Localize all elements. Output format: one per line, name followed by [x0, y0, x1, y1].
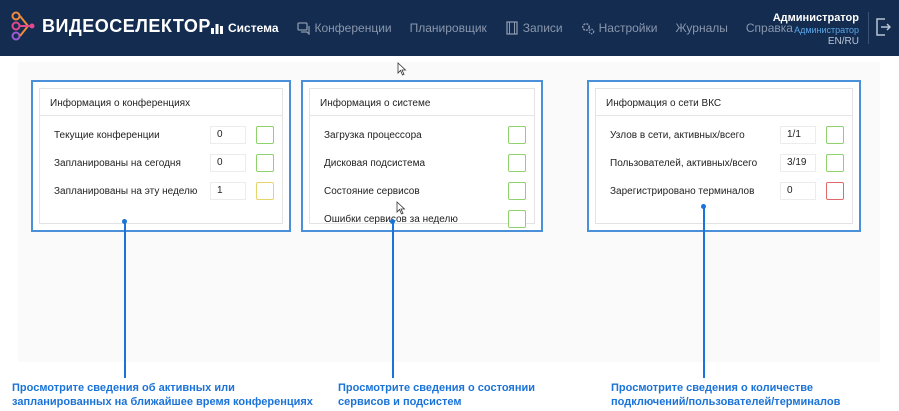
mouse-cursor-icon [397, 62, 407, 76]
card-frame: Информация о сети ВКС Узлов в сети, акти… [595, 88, 853, 224]
row-value: 0 [780, 182, 816, 200]
caption-line: запланированных на ближайшее время конфе… [12, 396, 313, 408]
row-value: 1/1 [780, 126, 816, 144]
callout-line [391, 222, 394, 378]
info-row: Загрузка процессора [324, 125, 526, 145]
status-indicator [826, 182, 844, 200]
status-indicator [826, 126, 844, 144]
caption-line: Просмотрите сведения о количестве [611, 382, 813, 394]
nav-label: Конференции [314, 21, 392, 35]
user-info[interactable]: Администратор Администратор EN/RU [773, 12, 859, 48]
info-row: Ошибки сервисов за неделю [324, 209, 526, 229]
card-divider [310, 115, 534, 116]
main-content: Информация о конференциях Текущие конфер… [0, 56, 899, 411]
gears-icon [581, 23, 594, 35]
network-card: Информация о сети ВКС Узлов в сети, акти… [587, 80, 861, 232]
status-indicator [508, 182, 526, 200]
info-row: Зарегистрировано терминалов 0 [610, 181, 844, 201]
logo-icon [11, 11, 35, 41]
language-switch[interactable]: EN/RU [773, 36, 859, 48]
card-title: Информация о сети ВКС [606, 98, 722, 109]
caption-network: Просмотрите сведения о количестве подклю… [611, 381, 840, 409]
nav-label: Планировщик [409, 21, 487, 35]
caption-line: подключений/пользователей/терминалов [611, 396, 841, 408]
mouse-cursor-icon [396, 201, 406, 215]
card-divider [596, 115, 852, 116]
system-card: Информация о системе Загрузка процессора… [301, 80, 543, 232]
callout-line [702, 207, 705, 378]
card-title: Информация о конференциях [50, 98, 191, 109]
nav-item-logs[interactable]: Журналы [675, 21, 727, 35]
nav-label: Настройки [598, 21, 658, 35]
user-name: Администратор [772, 12, 859, 24]
logo[interactable]: ВИДЕОСЕЛЕКТОР [10, 10, 211, 42]
nav-label: Журналы [675, 21, 728, 35]
nav-item-system[interactable]: Система [210, 21, 279, 35]
conferences-card: Информация о конференциях Текущие конфер… [31, 80, 291, 232]
info-row: Текущие конференции 0 [54, 125, 274, 145]
status-indicator [508, 154, 526, 172]
card-title: Информация о системе [320, 98, 431, 109]
info-row: Пользователей, активных/всего 3/19 [610, 153, 844, 173]
row-label: Дисковая подсистема [324, 157, 426, 169]
info-row: Запланированы на сегодня 0 [54, 153, 274, 173]
status-indicator [508, 126, 526, 144]
info-row: Узлов в сети, активных/всего 1/1 [610, 125, 844, 145]
row-label: Ошибки сервисов за неделю [324, 213, 458, 225]
row-label: Состояние сервисов [324, 185, 420, 197]
card-frame: Информация о системе Загрузка процессора… [309, 88, 535, 228]
logout-icon[interactable] [875, 18, 891, 36]
status-indicator [256, 154, 274, 172]
nav-label: Записи [522, 21, 563, 35]
chat-bubbles-icon [296, 22, 310, 35]
row-label: Текущие конференции [54, 129, 160, 141]
nav-item-scheduler[interactable]: Планировщик [410, 21, 487, 35]
main-nav: Система Конференции Планировщик Записи Н… [210, 0, 811, 56]
nav-item-records[interactable]: Записи [505, 21, 563, 35]
logo-text: ВИДЕОСЕЛЕКТОР [42, 15, 211, 36]
info-row: Дисковая подсистема [324, 153, 526, 173]
caption-line: Просмотрите сведения об активных или [12, 382, 235, 394]
row-label: Запланированы на сегодня [54, 157, 181, 169]
header-divider [868, 12, 869, 44]
status-indicator [508, 210, 526, 228]
caption-system: Просмотрите сведения о состоянии сервисо… [338, 381, 535, 409]
bar-chart-icon [211, 24, 223, 34]
row-value: 0 [210, 154, 246, 172]
row-label: Пользователей, активных/всего [610, 157, 758, 169]
top-bar: ВИДЕОСЕЛЕКТОР Система Конференции Планир… [0, 0, 899, 56]
row-value: 0 [210, 126, 246, 144]
info-row: Запланированы на эту неделю 1 [54, 181, 274, 201]
caption-line: сервисов и подсистем [338, 396, 462, 408]
card-divider [40, 115, 282, 116]
row-value: 1 [210, 182, 246, 200]
caption-conferences: Просмотрите сведения об активных или зап… [12, 381, 313, 409]
row-label: Запланированы на эту неделю [54, 185, 198, 197]
row-value: 3/19 [780, 154, 816, 172]
callout-line [123, 222, 126, 378]
status-indicator [256, 182, 274, 200]
card-frame: Информация о конференциях Текущие конфер… [39, 88, 283, 224]
row-label: Узлов в сети, активных/всего [610, 129, 745, 141]
status-indicator [826, 154, 844, 172]
nav-item-conferences[interactable]: Конференции [296, 21, 392, 35]
row-label: Зарегистрировано терминалов [610, 185, 755, 197]
user-role: Администратор [794, 25, 859, 35]
info-row: Состояние сервисов [324, 181, 526, 201]
row-label: Загрузка процессора [324, 129, 422, 141]
nav-label: Система [228, 21, 279, 35]
status-indicator [256, 126, 274, 144]
caption-line: Просмотрите сведения о состоянии [338, 382, 536, 394]
film-icon [506, 21, 518, 35]
nav-item-settings[interactable]: Настройки [581, 21, 658, 35]
